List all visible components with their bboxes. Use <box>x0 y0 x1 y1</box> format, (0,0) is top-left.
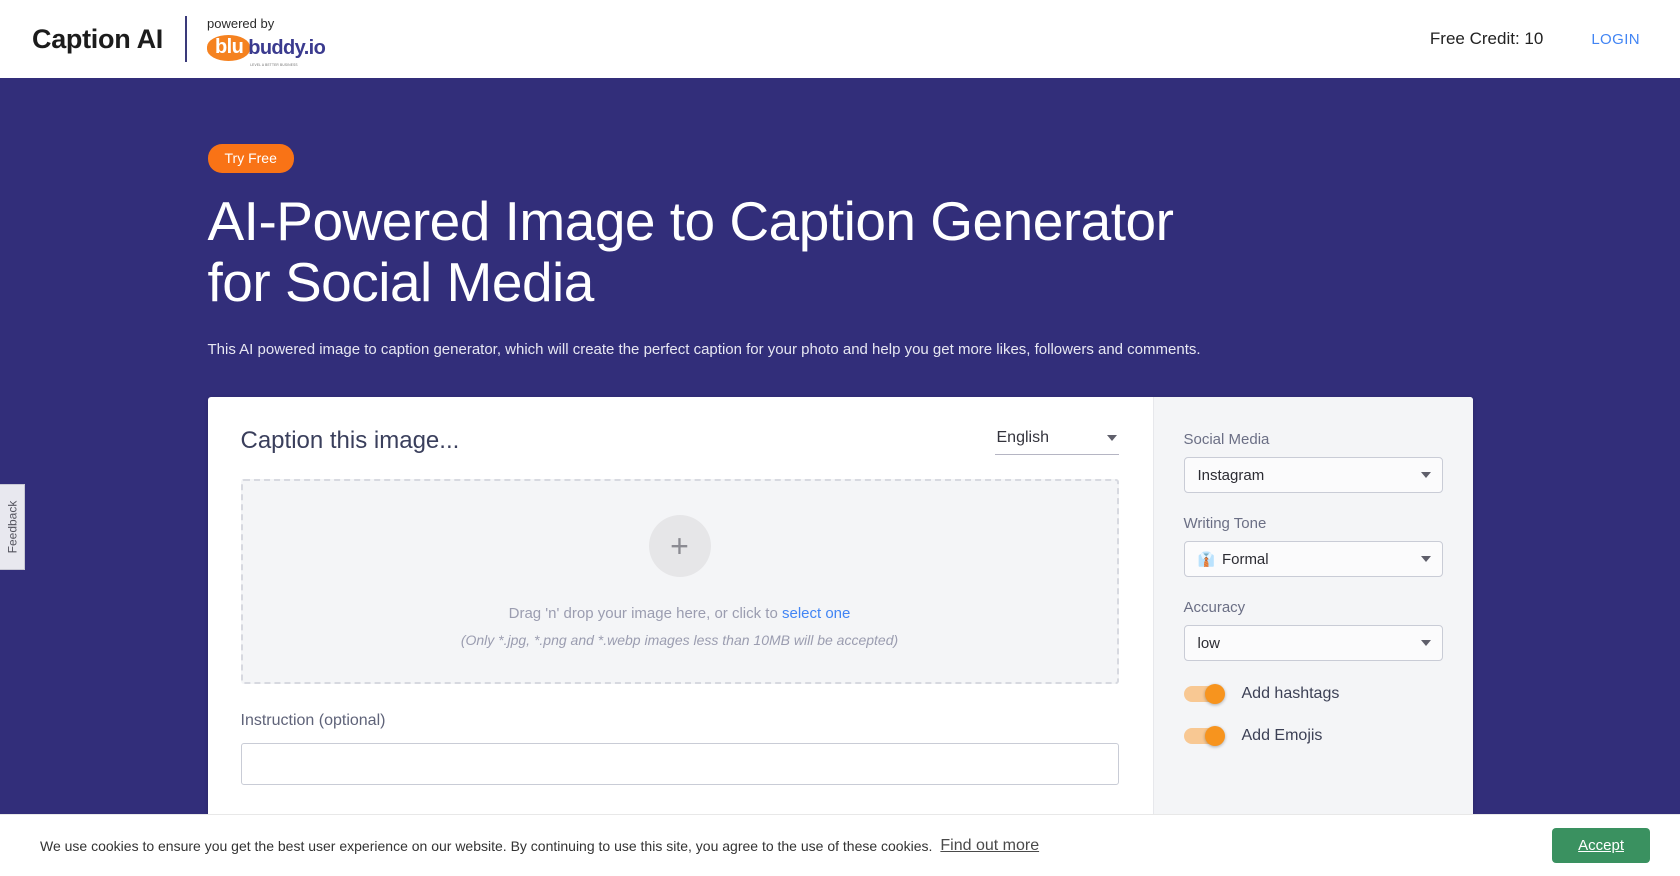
plus-icon: + <box>649 515 711 577</box>
chevron-down-icon <box>1421 472 1431 478</box>
powered-by-label: powered by <box>207 16 325 32</box>
caption-card-header: Caption this image... English <box>241 427 1119 455</box>
accuracy-select[interactable]: low <box>1184 625 1443 661</box>
blubuddy-logo-buddy: buddy.io LEVEL A BETTER BUSINESS <box>248 37 325 60</box>
instruction-input[interactable] <box>241 743 1119 785</box>
hero-section: Feedback Try Free AI-Powered Image to Ca… <box>0 78 1680 876</box>
writing-tone-select[interactable]: 👔 Formal <box>1184 541 1443 577</box>
blubuddy-logo-buddy-text: buddy.io <box>248 37 325 59</box>
add-hashtags-label: Add hashtags <box>1242 685 1340 703</box>
chevron-down-icon <box>1107 435 1117 441</box>
writing-tone-value-text: Formal <box>1222 551 1269 568</box>
image-dropzone[interactable]: + Drag 'n' drop your image here, or clic… <box>241 479 1119 684</box>
feedback-tab[interactable]: Feedback <box>0 484 25 570</box>
header-actions: Free Credit: 10 LOGIN <box>1430 23 1650 56</box>
add-emojis-label: Add Emojis <box>1242 727 1323 745</box>
cookie-find-out-more-link[interactable]: Find out more <box>940 837 1039 855</box>
login-button[interactable]: LOGIN <box>1581 23 1650 56</box>
social-media-select[interactable]: Instagram <box>1184 457 1443 493</box>
writing-tone-value: 👔 Formal <box>1198 551 1421 568</box>
blubuddy-logo-tagline: LEVEL A BETTER BUSINESS <box>250 63 298 67</box>
blubuddy-logo[interactable]: blu buddy.io LEVEL A BETTER BUSINESS <box>207 34 325 62</box>
chevron-down-icon <box>1421 556 1431 562</box>
free-credit-label: Free Credit: 10 <box>1430 29 1543 49</box>
caption-card-sidebar: Social Media Instagram Writing Tone 👔 Fo… <box>1153 397 1473 819</box>
social-media-value: Instagram <box>1198 467 1421 484</box>
page-title-line2: for Social Media <box>208 251 594 313</box>
language-select-value: English <box>997 429 1049 447</box>
hero-content: Try Free AI-Powered Image to Caption Gen… <box>208 78 1473 819</box>
feedback-tab-label: Feedback <box>5 501 19 554</box>
page-title-line1: AI-Powered Image to Caption Generator <box>208 190 1174 252</box>
add-hashtags-toggle[interactable] <box>1184 686 1224 702</box>
chevron-down-icon <box>1421 640 1431 646</box>
caption-card: Caption this image... English + Drag 'n'… <box>208 397 1473 819</box>
accuracy-label: Accuracy <box>1184 599 1443 616</box>
caption-card-main: Caption this image... English + Drag 'n'… <box>208 397 1153 819</box>
add-hashtags-toggle-row[interactable]: Add hashtags <box>1184 685 1443 703</box>
toggle-knob <box>1205 684 1225 704</box>
page-subtitle: This AI powered image to caption generat… <box>208 339 1473 361</box>
dropzone-hint-text: (Only *.jpg, *.png and *.webp images les… <box>461 632 898 648</box>
brand-title: Caption AI <box>32 24 185 55</box>
cookie-accept-button[interactable]: Accept <box>1552 828 1650 863</box>
dropzone-primary-prefix: Drag 'n' drop your image here, or click … <box>509 605 782 622</box>
toggle-knob <box>1205 726 1225 746</box>
instruction-label: Instruction (optional) <box>241 712 1119 730</box>
blubuddy-logo-blu: blu <box>207 35 250 61</box>
site-header: Caption AI powered by blu buddy.io LEVEL… <box>0 0 1680 78</box>
select-one-link[interactable]: select one <box>782 605 850 622</box>
dropzone-primary-text: Drag 'n' drop your image here, or click … <box>509 605 851 622</box>
writing-tone-label: Writing Tone <box>1184 515 1443 532</box>
powered-by-block: powered by blu buddy.io LEVEL A BETTER B… <box>187 16 325 62</box>
caption-card-title: Caption this image... <box>241 427 460 455</box>
page-title: AI-Powered Image to Caption Generator fo… <box>208 191 1473 313</box>
cookie-banner-text: We use cookies to ensure you get the bes… <box>40 838 932 854</box>
add-emojis-toggle-row[interactable]: Add Emojis <box>1184 727 1443 745</box>
cookie-banner: We use cookies to ensure you get the bes… <box>0 814 1680 876</box>
language-select[interactable]: English <box>995 429 1119 455</box>
try-free-badge: Try Free <box>208 144 294 173</box>
necktie-icon: 👔 <box>1198 551 1215 568</box>
add-emojis-toggle[interactable] <box>1184 728 1224 744</box>
social-media-label: Social Media <box>1184 431 1443 448</box>
accuracy-value: low <box>1198 635 1421 652</box>
